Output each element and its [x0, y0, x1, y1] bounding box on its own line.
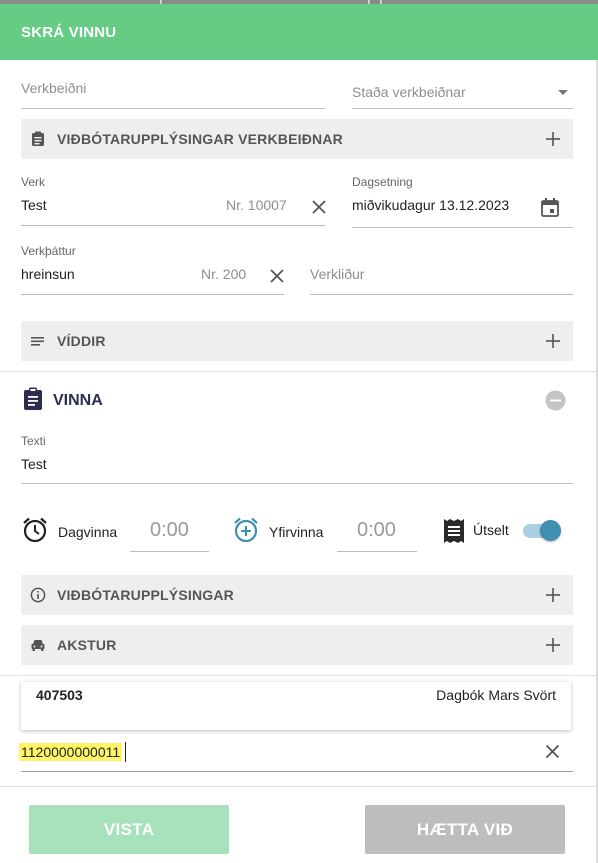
daywork-label: Dagvinna — [58, 524, 118, 540]
clear-icon[interactable] — [269, 268, 285, 284]
alarm-clock-icon — [23, 517, 47, 543]
daywork-input[interactable]: 0:00 — [150, 519, 189, 542]
info-icon — [30, 587, 46, 603]
collapse-icon[interactable] — [545, 390, 566, 411]
job-value: Test — [21, 197, 47, 213]
request-status-placeholder: Staða verkbeiðnar — [352, 84, 466, 100]
component-placeholder: Verkliður — [310, 266, 365, 282]
lines-icon — [31, 337, 44, 346]
work-text-label: Texti — [21, 434, 46, 448]
field-underline — [21, 483, 573, 484]
cancel-button[interactable]: HÆTTA VIÐ — [365, 805, 565, 854]
text-caret — [125, 742, 126, 762]
calendar-icon[interactable] — [540, 197, 560, 217]
additional-info-panel[interactable]: VIÐBÓTARUPPLÝSINGAR — [21, 575, 573, 615]
result-number: 407503 — [36, 687, 83, 703]
plus-icon[interactable] — [545, 637, 561, 653]
save-button[interactable]: VISTA — [29, 805, 229, 854]
section-divider — [0, 371, 596, 372]
plus-icon[interactable] — [545, 587, 561, 603]
work-text-field[interactable]: Texti Test — [21, 434, 573, 484]
clipboard-icon — [24, 387, 42, 410]
date-field[interactable]: Dagsetning miðvikudagur 13.12.2023 — [352, 175, 573, 228]
footer-divider — [0, 786, 596, 787]
job-label: Verk — [21, 175, 46, 189]
field-underline — [352, 227, 573, 228]
work-request-placeholder: Verkbeiðni — [21, 80, 87, 96]
field-underline — [21, 294, 284, 295]
request-status-select[interactable]: Staða verkbeiðnar — [352, 82, 573, 109]
result-description: Dagbók Mars Svört — [436, 687, 556, 703]
work-request-field[interactable]: Verkbeiðni — [21, 78, 325, 109]
job-number: Nr. 10007 — [226, 197, 287, 213]
field-underline — [352, 108, 573, 109]
dimensions-panel[interactable]: VÍDDIR — [21, 321, 573, 361]
billed-label: Útselt — [473, 522, 509, 538]
plus-icon[interactable] — [545, 333, 561, 349]
car-icon — [31, 640, 45, 651]
clear-icon[interactable] — [545, 744, 560, 759]
job-field[interactable]: Verk Test Nr. 10007 — [21, 175, 327, 226]
date-value: miðvikudagur 13.12.2023 — [352, 197, 510, 213]
field-underline — [310, 294, 573, 295]
dialog-header: SKRÁ VINNU — [0, 4, 598, 60]
phase-number: Nr. 200 — [201, 266, 247, 282]
plus-icon[interactable] — [545, 131, 561, 147]
search-input[interactable]: 1120000000011 — [19, 743, 123, 761]
work-section-title: VINNA — [53, 392, 103, 409]
dialog-title: SKRÁ VINNU — [21, 24, 117, 41]
clear-icon[interactable] — [311, 199, 327, 215]
dropdown-arrow-icon — [558, 90, 568, 95]
request-info-panel[interactable]: VIÐBÓTARUPPLÝSINGAR VERKBEIÐNAR — [21, 119, 573, 159]
request-info-title: VIÐBÓTARUPPLÝSINGAR VERKBEIÐNAR — [57, 131, 343, 147]
search-underline — [21, 771, 573, 772]
work-text-value: Test — [21, 456, 47, 472]
search-result-card[interactable]: 407503 Dagbók Mars Svört — [21, 682, 571, 730]
field-underline — [21, 108, 325, 109]
billed-toggle-knob[interactable] — [540, 520, 561, 541]
alarm-add-icon — [234, 517, 258, 543]
overtime-underline — [337, 551, 417, 552]
overtime-input[interactable]: 0:00 — [357, 519, 396, 542]
phase-value: hreinsun — [21, 266, 75, 282]
receipt-icon — [444, 519, 464, 543]
additional-info-title: VIÐBÓTARUPPLÝSINGAR — [57, 587, 234, 603]
component-field[interactable]: Verkliður — [310, 264, 573, 295]
clipboard-icon — [32, 131, 44, 146]
driving-title: AKSTUR — [57, 637, 117, 653]
date-label: Dagsetning — [352, 175, 413, 189]
daywork-underline — [130, 551, 209, 552]
section-divider — [0, 675, 596, 676]
field-underline — [21, 225, 325, 226]
driving-panel[interactable]: AKSTUR — [21, 625, 573, 665]
phase-field[interactable]: Verkþáttur hreinsun Nr. 200 — [21, 244, 284, 295]
overtime-label: Yfirvinna — [269, 524, 324, 540]
phase-label: Verkþáttur — [21, 244, 76, 258]
dimensions-title: VÍDDIR — [57, 333, 106, 349]
